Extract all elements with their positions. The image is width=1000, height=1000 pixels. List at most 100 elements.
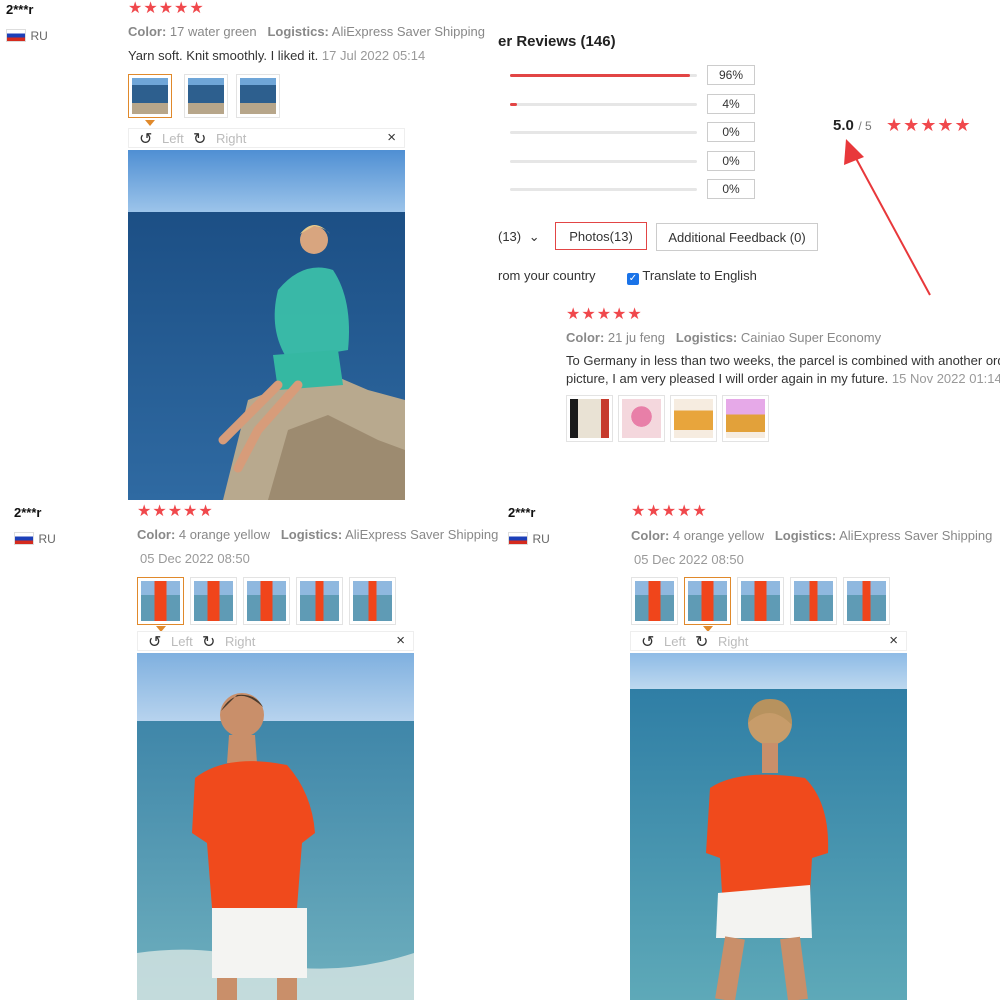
thumbnail-image [794,581,833,621]
review-date: 15 Nov 2022 01:14 [891,371,1000,386]
rating-bar-fill [510,74,690,77]
rating-bar-track [510,188,697,191]
russia-flag-icon [14,532,34,546]
score-max: / 5 [858,119,872,133]
rotate-left-label[interactable]: Left [664,634,686,649]
thumbnail-image [688,581,727,621]
translate-label: Translate to English [642,268,757,283]
country-code: RU [532,532,550,546]
thumbnail-image [141,581,180,621]
color-label: Color: [566,330,605,345]
thumbnail-image [635,581,674,621]
thumbnail-image [247,581,286,621]
filter-additional-feedback-button[interactable]: Additional Feedback (0) [656,223,818,251]
close-icon[interactable]: × [889,632,898,649]
color-value: 17 water green [169,24,257,39]
logistics-label: Logistics: [280,527,343,542]
rotate-right-icon[interactable]: ↻ [202,632,215,652]
rotate-right-label[interactable]: Right [216,131,246,146]
filter-partial[interactable]: (13) ⌄ [498,223,544,251]
country-code: RU [38,532,56,546]
review-thumbnail[interactable] [128,74,172,118]
logistics-value: AliExpress Saver Shipping [331,24,485,39]
review-thumbnail[interactable] [184,74,228,118]
rating-bar-track [510,74,697,77]
average-stars: ★★★★★ [886,115,972,135]
review-thumbnail[interactable] [243,577,290,625]
checkbox-checked-icon[interactable]: ✓ [627,273,639,285]
rotate-left-icon[interactable]: ↺ [148,632,161,652]
rating-bar-track [510,131,697,134]
review-body: Yarn soft. Knit smoothly. I liked it. [128,48,319,63]
logistics-label: Logistics: [774,528,837,543]
rating-bar-track [510,159,697,163]
review-thumbnail[interactable] [790,577,837,625]
score-value: 5.0 [833,117,854,134]
color-label: Color: [128,24,167,39]
close-icon[interactable]: × [396,632,405,649]
rotate-left-icon[interactable]: ↺ [139,129,152,149]
rating-bar-percent: 0% [707,122,755,142]
review-date: 17 Jul 2022 05:14 [321,48,426,63]
rotate-right-icon[interactable]: ↻ [193,129,206,149]
annotation-arrow [844,139,931,296]
review-thumbnail[interactable] [296,577,343,625]
review-thumbnail[interactable] [618,395,665,442]
rating-bar-fill [510,102,517,106]
review-thumbnail[interactable] [684,577,731,625]
thumbnail-image [741,581,780,621]
color-value: 21 ju feng [607,330,666,345]
rating-stars: ★★★★★ [631,503,708,520]
review-thumbnail[interactable] [631,577,678,625]
logistics-label: Logistics: [267,24,329,39]
review-meta: Color: 4 orange yellow Logistics: AliExp… [137,527,498,542]
review-thumbnail[interactable] [137,577,184,625]
review-thumbnail[interactable] [566,395,613,442]
review-thumbnail[interactable] [737,577,784,625]
review-photo [630,653,907,1000]
review-thumbnail[interactable] [190,577,237,625]
selected-pointer-icon [145,120,155,126]
rotate-right-icon[interactable]: ↻ [695,632,708,652]
reviews-title: er Reviews (146) [498,33,616,50]
review-thumbnail[interactable] [670,395,717,442]
beach-photo-orange-top-front [137,653,414,1000]
color-label: Color: [631,528,670,543]
rotate-right-label[interactable]: Right [718,634,748,649]
review-thumbnail[interactable] [843,577,890,625]
from-country-filter[interactable]: rom your country [498,268,596,283]
review-thumbnail[interactable] [236,74,280,118]
color-label: Color: [137,527,176,542]
review-thumbnail[interactable] [722,395,769,442]
image-viewer-toolbar: ↺ Left ↻ Right × [137,631,414,651]
thumbnail-image [353,581,392,621]
rating-bar-percent: 0% [707,150,755,171]
close-icon[interactable]: × [387,129,396,146]
thumbnail-image [300,581,339,621]
review-photo [128,150,405,500]
rotate-left-label[interactable]: Left [162,131,184,146]
review-text-line2: picture, I am very pleased I will order … [566,371,1000,386]
review-thumbnail[interactable] [349,577,396,625]
thumbnail-image [674,399,713,438]
filter-partial-label: (13) [498,229,522,244]
logistics-value: AliExpress Saver Shipping [345,527,499,542]
thumbnail-image [847,581,886,621]
thumbnail-image [132,78,168,114]
rating-stars: ★★★★★ [128,0,205,17]
rating-bar-percent: 96% [707,65,755,85]
review-meta: Color: 21 ju feng Logistics: Cainiao Sup… [566,330,881,345]
rating-bar-percent: 0% [707,179,755,199]
rotate-right-label[interactable]: Right [225,634,255,649]
rotate-left-label[interactable]: Left [171,634,193,649]
translate-toggle[interactable]: ✓ Translate to English [627,268,757,285]
rotate-left-icon[interactable]: ↺ [641,632,654,652]
reviewer-country: RU [6,27,48,45]
thumbnail-image [240,78,276,114]
filter-photos-button[interactable]: Photos(13) [555,222,647,250]
review-photo [137,653,414,1000]
chevron-down-icon: ⌄ [528,229,540,244]
review-date: 05 Dec 2022 08:50 [140,551,250,566]
country-code: RU [30,29,48,43]
thumbnail-image [570,399,609,438]
